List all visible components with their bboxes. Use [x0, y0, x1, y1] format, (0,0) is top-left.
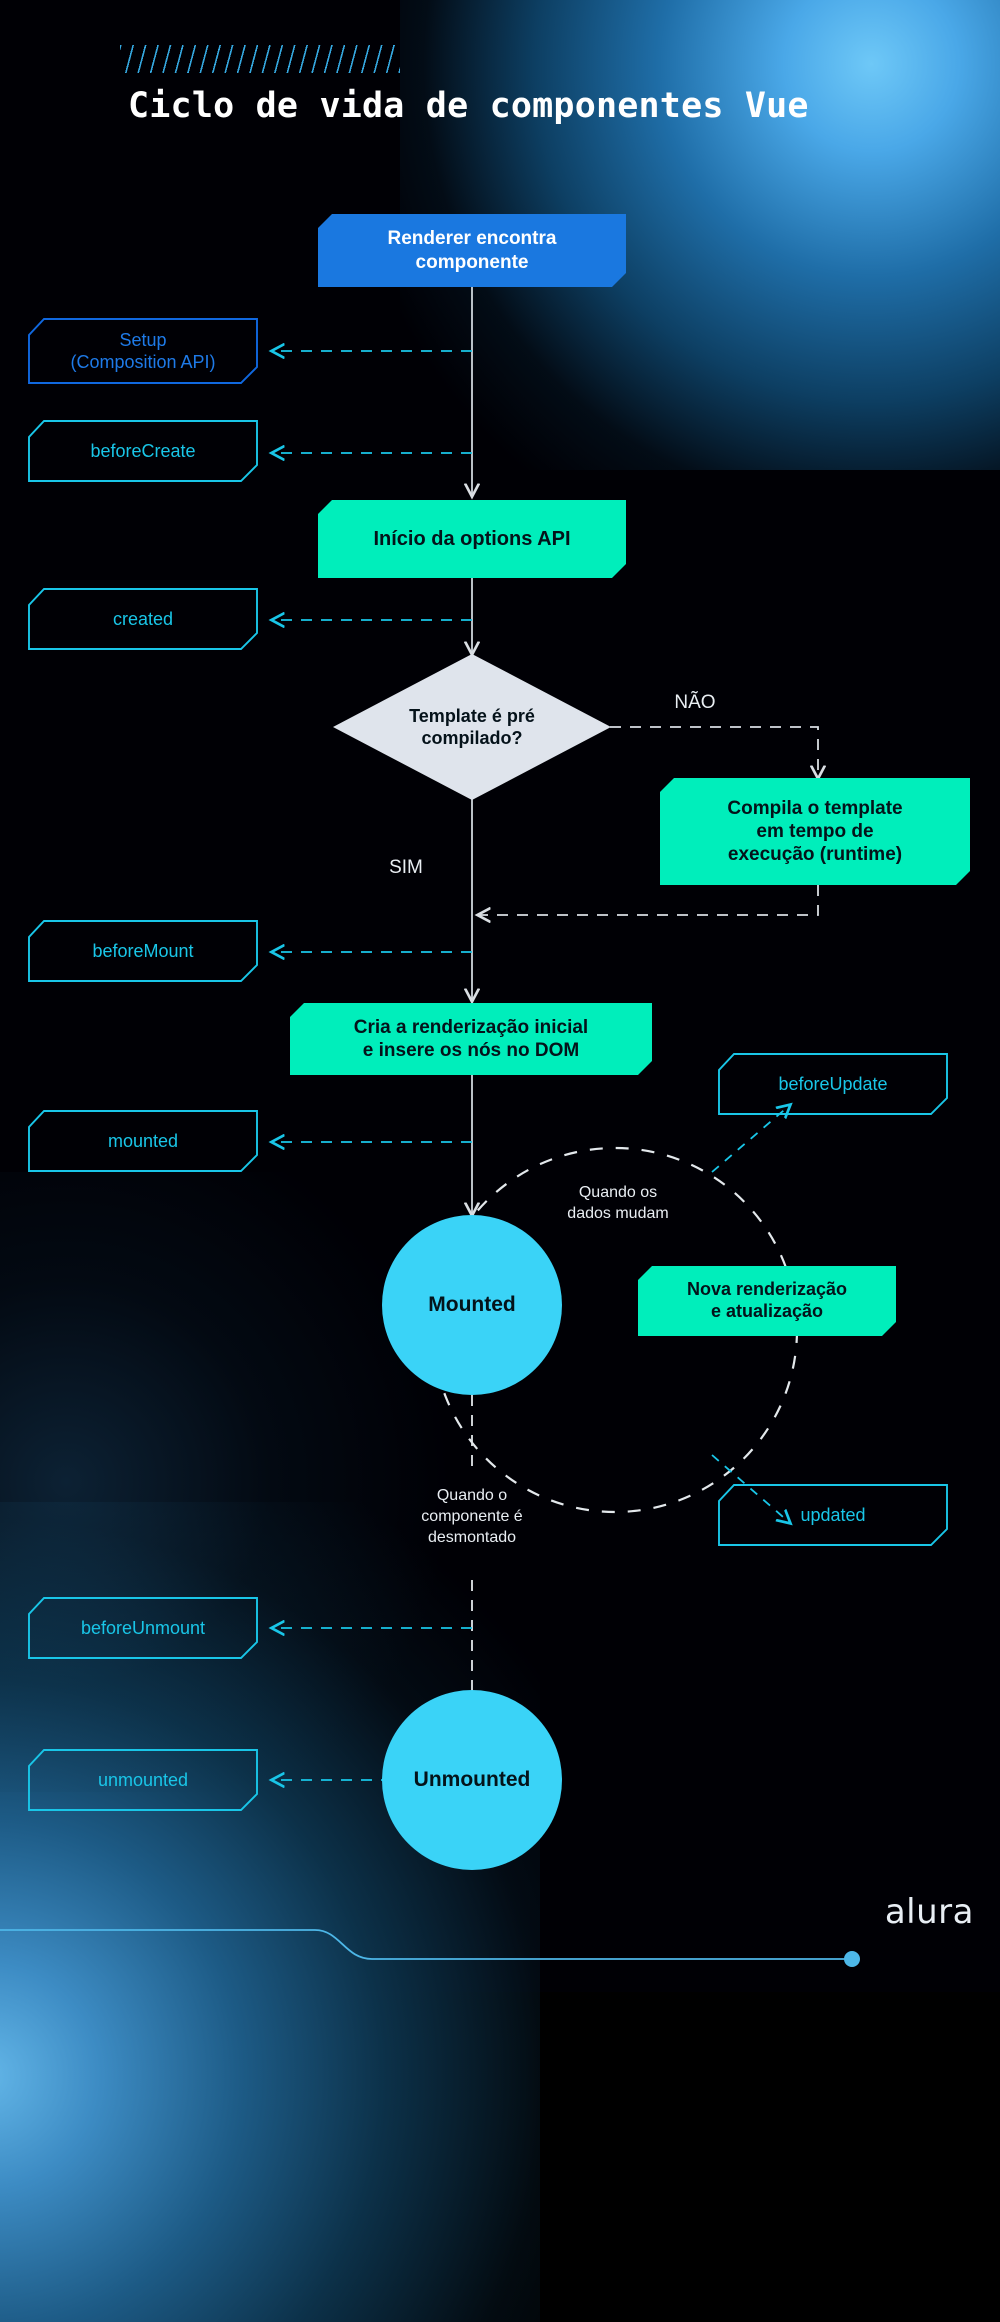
node-compile-runtime: Compila o template em tempo de execução … [660, 778, 970, 885]
node-renderer-line2: componente [415, 251, 529, 273]
node-beforemount: beforeMount [28, 920, 258, 982]
node-compile-line2: em tempo de [756, 820, 874, 842]
node-created-label: created [112, 608, 174, 629]
node-setup: Setup (Composition API) [28, 318, 258, 384]
node-initial-render-line2: e insere os nós no DOM [362, 1040, 580, 1061]
edge-label-unmount-line3: desmontado [427, 1529, 517, 1547]
edge-label-unmount-line2: componente é [421, 1508, 523, 1526]
node-beforeunmount: beforeUnmount [28, 1597, 258, 1659]
node-beforeupdate: beforeUpdate [718, 1053, 948, 1115]
edge-label-sim-text: SIM [389, 857, 423, 878]
node-unmounted-hook: unmounted [28, 1749, 258, 1811]
node-updated-label: updated [800, 1504, 866, 1525]
node-decision-line2: compilado? [421, 728, 523, 748]
connector-layer [0, 240, 860, 1967]
node-unmounted-state-label: Unmounted [413, 1768, 531, 1791]
node-setup-line1: Setup [119, 329, 167, 350]
node-options-api-label: Início da options API [373, 527, 571, 550]
alura-logo-text: alura [884, 1892, 974, 1932]
node-beforeupdate-label: beforeUpdate [778, 1073, 888, 1094]
node-renderer-line1: Renderer encontra [387, 228, 557, 250]
node-created: created [28, 588, 258, 650]
edge-label-unmount-line1: Quando o [436, 1487, 508, 1504]
node-compile-line1: Compila o template [727, 797, 903, 819]
node-renderer: Renderer encontra componente [318, 214, 626, 287]
edge-label-nao: NÃO [650, 690, 740, 715]
node-mounted-hook-label: mounted [107, 1130, 179, 1151]
edge-label-sim: SIM [366, 855, 446, 880]
edge-label-data-change-line2: dados mudam [567, 1205, 669, 1223]
node-mounted-hook: mounted [28, 1110, 258, 1172]
node-rerender-line2: e atualização [710, 1301, 824, 1321]
node-rerender-update: Nova renderização e atualização [638, 1266, 896, 1336]
node-beforecreate: beforeCreate [28, 420, 258, 482]
node-beforecreate-label: beforeCreate [90, 440, 196, 461]
node-options-api: Início da options API [318, 500, 626, 578]
node-unmounted-hook-label: unmounted [97, 1769, 189, 1790]
edge-label-data-change-line1: Quando os [578, 1184, 658, 1201]
node-beforeunmount-label: beforeUnmount [80, 1617, 206, 1638]
node-decision-template-precompiled: Template é pré compilado? [333, 654, 611, 800]
node-initial-render-line1: Cria a renderização inicial [353, 1016, 589, 1038]
node-compile-line3: execução (runtime) [727, 844, 903, 866]
diagram-canvas: Ciclo de vida de componentes Vue Rendere… [0, 0, 1000, 2322]
page-title: Ciclo de vida de componentes Vue [128, 86, 809, 126]
node-mounted-state-label: Mounted [428, 1293, 516, 1316]
node-beforemount-label: beforeMount [92, 940, 194, 961]
edge-label-data-change: Quando os dados mudam [518, 1182, 718, 1224]
node-mounted-state: Mounted [382, 1215, 562, 1395]
node-rerender-line1: Nova renderização [686, 1279, 848, 1300]
edge-label-nao-text: NÃO [674, 692, 716, 713]
node-decision-line1: Template é pré [409, 705, 535, 726]
edge-label-unmount: Quando o componente é desmontado [372, 1485, 572, 1548]
alura-logo: alura [885, 1892, 974, 1932]
node-initial-render: Cria a renderização inicial e insere os … [290, 1003, 652, 1075]
node-setup-line2: (Composition API) [70, 352, 216, 372]
hatch-decoration-icon [120, 45, 400, 73]
node-updated: updated [718, 1484, 948, 1546]
node-unmounted-state: Unmounted [382, 1690, 562, 1870]
